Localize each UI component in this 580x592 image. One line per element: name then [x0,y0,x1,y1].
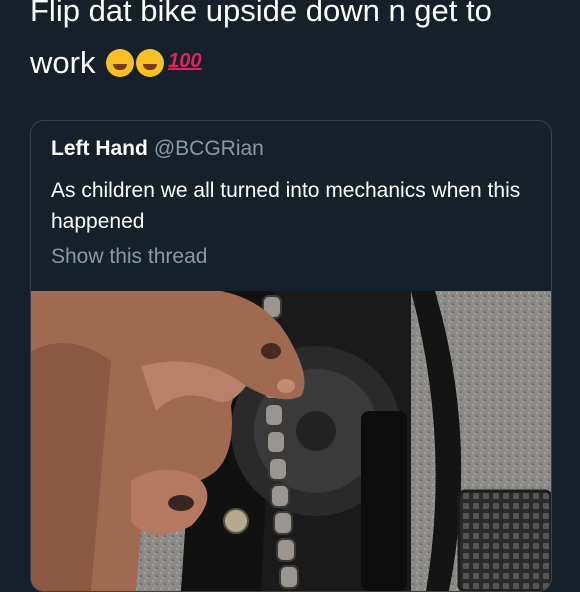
tweet-text-line-2-text: work [30,45,96,80]
show-thread-link[interactable]: Show this thread [51,245,207,269]
hundred-points-emoji-icon: 100 [168,50,202,72]
laughing-emoji-icon [106,49,135,77]
bike-chain-photo[interactable] [31,291,551,591]
author-handle[interactable]: @BCGRian [154,137,264,160]
quoted-tweet-body: As children we all turned into mechanics… [51,179,521,233]
author-name[interactable]: Left Hand [51,137,148,160]
tweet-text-line-1: Flip dat bike upside down n get to [30,0,492,28]
laughing-emoji-icon [136,49,165,77]
bike-chain-photo-illustration [31,291,551,591]
quoted-tweet-header: Left Hand @BCGRian [51,137,264,161]
tweet-text-line-2: work 100 [30,36,570,88]
tweet-text: Flip dat bike upside down n get to work … [30,0,570,88]
quoted-tweet-card[interactable]: Left Hand @BCGRian As children we all tur… [30,120,552,592]
